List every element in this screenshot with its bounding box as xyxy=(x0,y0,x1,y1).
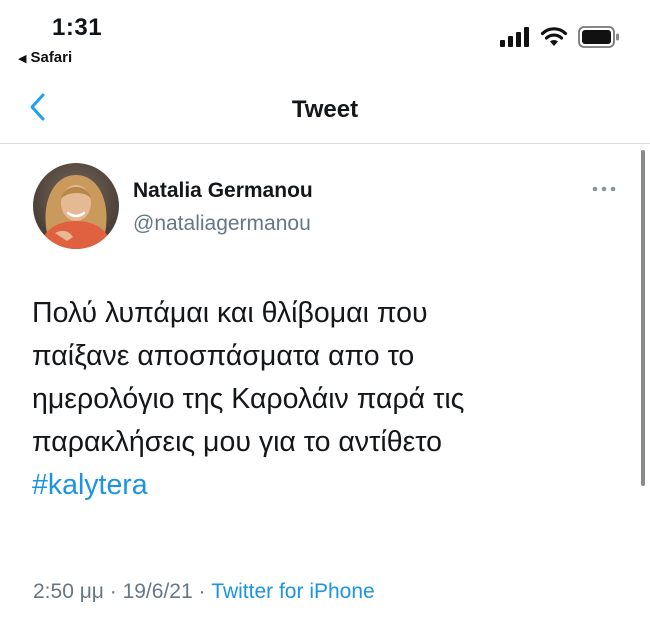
tweet-meta: 2:50 μμ · 19/6/21 · Twitter for iPhone xyxy=(33,580,375,604)
back-app-label: Safari xyxy=(30,49,73,66)
tweet-text-line: παίξανε αποσπάσματα απο το xyxy=(32,340,415,372)
status-time: 1:31 xyxy=(52,14,103,41)
nav-divider xyxy=(0,143,650,144)
tweet-timestamp: 2:50 μμ · 19/6/21 · xyxy=(33,580,212,603)
author-handle[interactable]: @nataliagermanou xyxy=(133,212,311,236)
scrollbar[interactable] xyxy=(641,150,645,486)
status-icons xyxy=(500,26,620,48)
tweet-text-line: παρακλήσεις μου για το αντίθετο xyxy=(32,426,443,458)
author-name[interactable]: Natalia Germanou xyxy=(133,179,313,203)
wifi-icon xyxy=(540,27,568,46)
tweet-text: Πολύ λυπάμαι και θλίβομαι που παίξανε απ… xyxy=(32,292,612,507)
tweet-text-line: ημερολόγιο της Καρολάιν παρά τις xyxy=(32,383,465,415)
hashtag-link[interactable]: #kalytera xyxy=(32,464,612,507)
avatar-image xyxy=(33,163,119,249)
more-dots-icon[interactable] xyxy=(590,183,618,195)
page-title: Tweet xyxy=(291,96,359,123)
cellular-signal-icon xyxy=(500,27,529,47)
tweet-text-line: Πολύ λυπάμαι και θλίβομαι που xyxy=(32,297,428,329)
tweet-source-link[interactable]: Twitter for iPhone xyxy=(211,580,374,603)
tweet-screen: 1:31 ◀ Safari Tweet Natalia Germanou @na… xyxy=(0,0,650,621)
avatar[interactable] xyxy=(33,163,119,249)
back-triangle-icon: ◀ xyxy=(18,53,27,65)
back-to-app-link[interactable]: ◀ Safari xyxy=(18,49,72,66)
battery-icon xyxy=(578,26,619,48)
